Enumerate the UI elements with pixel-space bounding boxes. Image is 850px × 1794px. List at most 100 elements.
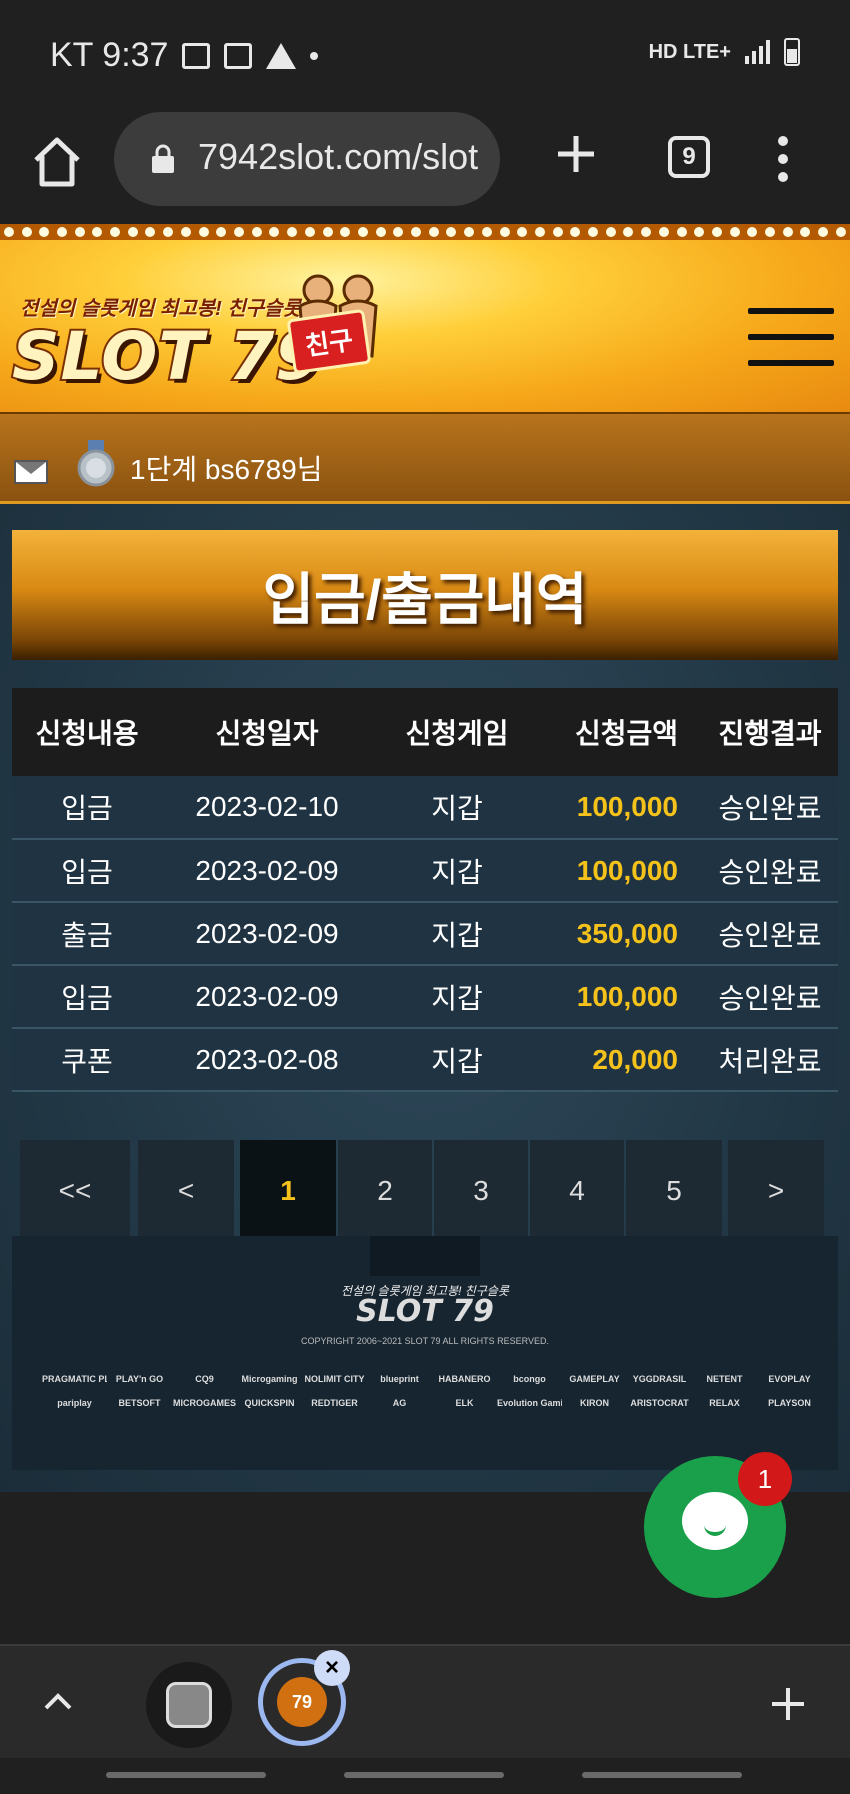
- provider-logo: AG: [392, 1398, 407, 1408]
- page-prev-button[interactable]: <: [138, 1140, 234, 1242]
- provider-logo: EVOPLAY: [768, 1374, 811, 1384]
- nav-pill[interactable]: [106, 1772, 266, 1778]
- cell-amount: 350,000: [542, 902, 702, 966]
- provider-logo: PLAY'n GO: [115, 1374, 164, 1384]
- nav-pill[interactable]: [344, 1772, 504, 1778]
- table-row: 입금 2023-02-10 지갑 100,000 승인완료: [12, 776, 838, 840]
- cell-amount: 20,000: [542, 1028, 702, 1092]
- cell-type: 쿠폰: [12, 1028, 162, 1092]
- page-next-button[interactable]: >: [728, 1140, 824, 1242]
- site-logo[interactable]: SLOT 79: [10, 316, 323, 397]
- header-result: 진행결과: [702, 688, 838, 776]
- gesture-nav-bar: [0, 1758, 850, 1794]
- slot79-favicon: 79: [277, 1677, 327, 1727]
- tab-strip: 79 ×: [0, 1644, 850, 1758]
- header-amount: 신청금액: [542, 688, 702, 776]
- page-3-button[interactable]: 3: [434, 1140, 528, 1242]
- provider-logo: HABANERO: [438, 1374, 491, 1384]
- header-game: 신청게임: [372, 688, 542, 776]
- overflow-menu-icon[interactable]: [776, 136, 790, 182]
- table-row: 입금 2023-02-09 지갑 100,000 승인완료: [12, 839, 838, 903]
- cell-game: 지갑: [372, 839, 542, 903]
- page-title: 입금/출금내역: [262, 567, 588, 631]
- provider-logo: CQ9: [195, 1374, 214, 1384]
- cell-type: 입금: [12, 776, 162, 840]
- lock-icon: [152, 144, 174, 173]
- warning-icon: [266, 42, 297, 69]
- address-bar[interactable]: 7942slot.com/slot: [114, 112, 500, 206]
- cell-amount: 100,000: [542, 776, 702, 840]
- provider-logo: pariplay: [57, 1398, 92, 1408]
- close-tab-icon[interactable]: ×: [314, 1650, 350, 1686]
- cell-amount: 100,000: [542, 965, 702, 1029]
- home-icon[interactable]: [32, 134, 82, 190]
- provider-logo: Evolution Gaming: [497, 1398, 562, 1408]
- chat-bubble-icon: [682, 1492, 748, 1550]
- header-type: 신청내용: [12, 688, 162, 776]
- logo-badge: 친구: [286, 308, 372, 375]
- cell-date: 2023-02-08: [162, 1028, 372, 1092]
- provider-logo: YGGDRASIL: [632, 1374, 687, 1384]
- new-tab-plus-icon[interactable]: [556, 134, 596, 174]
- chevron-up-icon[interactable]: [42, 1686, 74, 1718]
- url-text: 7942slot.com/slot: [198, 136, 479, 177]
- page-1-button[interactable]: 1: [240, 1140, 336, 1242]
- copyright-text: COPYRIGHT 2006~2021 SLOT 79 ALL RIGHTS R…: [300, 1336, 550, 1346]
- page-first-button[interactable]: <<: [20, 1140, 130, 1242]
- status-right: HD LTE+: [649, 38, 800, 66]
- provider-logo: RELAX: [709, 1398, 740, 1408]
- site-header: 전설의 슬롯게임 최고봉! 친구슬롯 SLOT 79 친구: [0, 224, 850, 414]
- mail-icon[interactable]: [14, 460, 48, 484]
- hamburger-menu-icon[interactable]: [748, 308, 834, 366]
- page-2-button[interactable]: 2: [338, 1140, 432, 1242]
- status-left: KT 9:37: [50, 36, 319, 75]
- page-title-banner: 입금/출금내역: [12, 530, 838, 660]
- provider-logo: ARISTOCRAT: [630, 1398, 689, 1408]
- tab-thumbnail-slot-machine[interactable]: [146, 1662, 232, 1748]
- tab-switcher-button[interactable]: 9: [668, 136, 710, 178]
- page-4-button[interactable]: 4: [530, 1140, 624, 1242]
- cell-date: 2023-02-10: [162, 776, 372, 840]
- user-bar: 1단계 bs6789님: [0, 414, 850, 504]
- page-5-button[interactable]: 5: [626, 1140, 722, 1242]
- cell-date: 2023-02-09: [162, 902, 372, 966]
- cell-date: 2023-02-09: [162, 839, 372, 903]
- signal-icon: [745, 40, 770, 64]
- browser-toolbar: 7942slot.com/slot 9: [0, 112, 850, 224]
- user-level-name: 1단계 bs6789님: [130, 454, 323, 485]
- cell-result: 승인완료: [702, 902, 838, 966]
- add-tab-icon[interactable]: [770, 1686, 806, 1722]
- provider-logo: PLAYSON: [768, 1398, 811, 1408]
- slot-machine-icon: [166, 1682, 212, 1728]
- status-bar: KT 9:37 HD LTE+: [0, 0, 850, 112]
- main-content: 입금/출금내역 신청내용 신청일자 신청게임 신청금액 진행결과 입금 2023…: [0, 504, 850, 1492]
- battery-icon: [784, 38, 800, 66]
- provider-logo: Microgaming: [241, 1374, 298, 1384]
- provider-logo: GAMEPLAY: [569, 1374, 620, 1384]
- provider-logo: NOLIMIT CITY: [304, 1374, 365, 1384]
- cell-date: 2023-02-09: [162, 965, 372, 1029]
- provider-logo: MICROGAMES: [173, 1398, 236, 1408]
- marquee-lights: [0, 224, 850, 240]
- header-date: 신청일자: [162, 688, 372, 776]
- footer-logo: SLOT 79: [356, 1294, 494, 1329]
- cell-type: 입금: [12, 965, 162, 1029]
- cell-type: 출금: [12, 902, 162, 966]
- provider-logos: PRAGMATIC PLAY PLAY'n GO CQ9 Microgaming…: [42, 1374, 822, 1408]
- cell-type: 입금: [12, 839, 162, 903]
- cell-game: 지갑: [372, 1028, 542, 1092]
- provider-logo: PRAGMATIC PLAY: [42, 1374, 107, 1384]
- provider-logo: QUICKSPIN: [244, 1398, 295, 1408]
- gallery-icon: [182, 42, 211, 69]
- nav-pill[interactable]: [582, 1772, 742, 1778]
- provider-logo: NETENT: [706, 1374, 743, 1384]
- provider-logo: bcongo: [513, 1374, 546, 1384]
- provider-logo: ELK: [455, 1398, 474, 1408]
- cell-game: 지갑: [372, 902, 542, 966]
- provider-logo: REDTIGER: [311, 1398, 358, 1408]
- screenshot-search-icon: [224, 42, 253, 69]
- silver-medal-icon: [77, 440, 115, 487]
- header-tagline: 전설의 슬롯게임 최고봉! 친구슬롯: [20, 298, 301, 320]
- table-row: 입금 2023-02-09 지갑 100,000 승인완료: [12, 965, 838, 1029]
- cell-result: 승인완료: [702, 776, 838, 840]
